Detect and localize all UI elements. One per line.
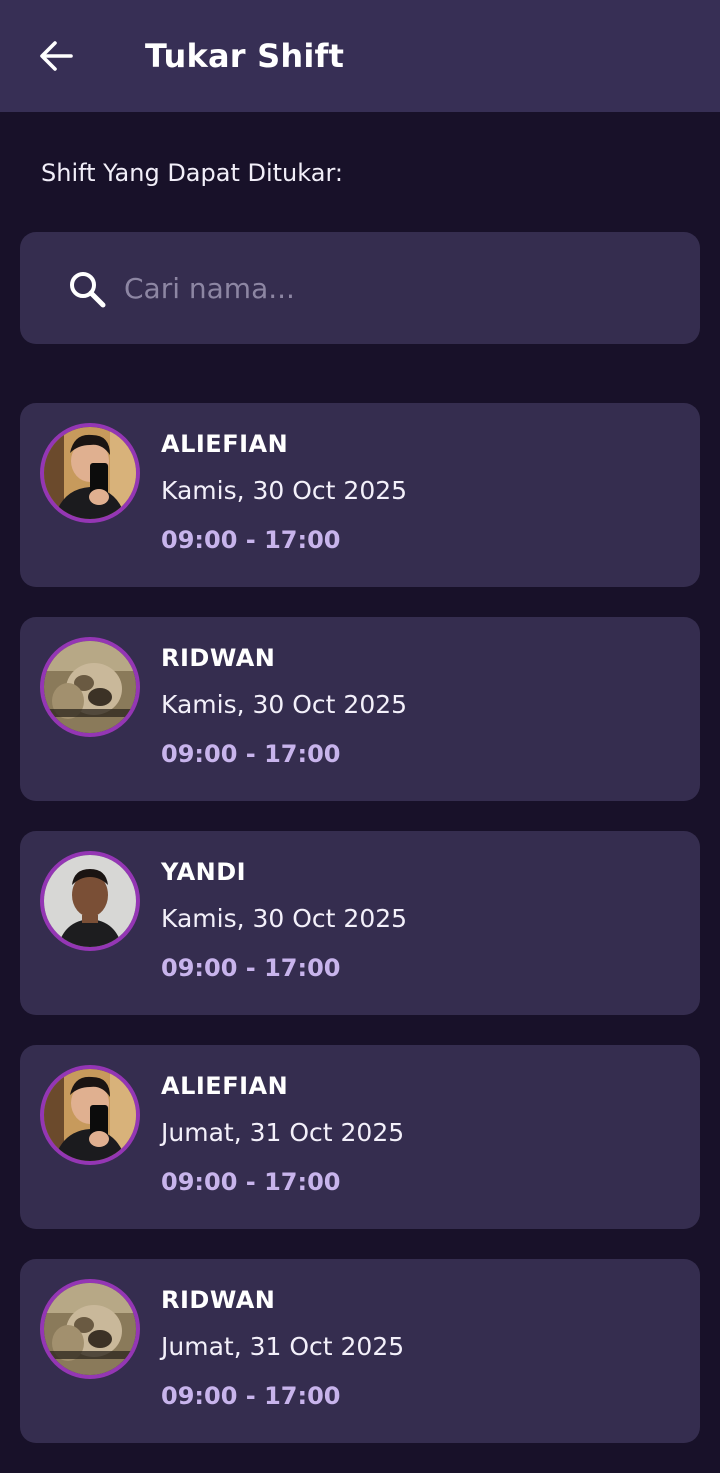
arrow-left-icon	[40, 41, 73, 71]
shift-date: Kamis, 30 Oct 2025	[161, 904, 408, 933]
page-title: Tukar Shift	[145, 37, 345, 75]
avatar-man-selfie	[40, 1065, 140, 1165]
shift-time: 09:00 - 17:00	[161, 1382, 341, 1410]
shift-card[interactable]: YANDI Kamis, 30 Oct 2025 09:00 - 17:00	[20, 831, 700, 1015]
shift-date: Jumat, 31 Oct 2025	[161, 1332, 405, 1361]
shift-date: Kamis, 30 Oct 2025	[161, 476, 408, 505]
employee-name: ALIEFIAN	[161, 430, 289, 458]
shift-card[interactable]: RIDWAN Jumat, 31 Oct 2025 09:00 - 17:00	[20, 1259, 700, 1443]
avatar-man-portrait	[40, 851, 140, 951]
section-label: Shift Yang Dapat Ditukar:	[41, 159, 343, 187]
shift-time: 09:00 - 17:00	[161, 954, 341, 982]
shift-card[interactable]: ALIEFIAN Kamis, 30 Oct 2025 09:00 - 17:0…	[20, 403, 700, 587]
shift-time: 09:00 - 17:00	[161, 740, 341, 768]
search-box[interactable]	[20, 232, 700, 344]
shift-time: 09:00 - 17:00	[161, 526, 341, 554]
employee-name: RIDWAN	[161, 1286, 276, 1314]
avatar-monkey	[40, 637, 140, 737]
app-bar: Tukar Shift	[0, 0, 720, 112]
employee-name: ALIEFIAN	[161, 1072, 289, 1100]
employee-name: RIDWAN	[161, 644, 276, 672]
search-icon	[70, 272, 106, 308]
avatar-man-selfie	[40, 423, 140, 523]
search-input[interactable]	[124, 260, 684, 316]
shift-card[interactable]: ALIEFIAN Jumat, 31 Oct 2025 09:00 - 17:0…	[20, 1045, 700, 1229]
employee-name: YANDI	[161, 858, 247, 886]
shift-card[interactable]: RIDWAN Kamis, 30 Oct 2025 09:00 - 17:00	[20, 617, 700, 801]
shift-list: ALIEFIAN Kamis, 30 Oct 2025 09:00 - 17:0…	[20, 403, 700, 1473]
back-button[interactable]	[28, 28, 84, 84]
shift-date: Jumat, 31 Oct 2025	[161, 1118, 405, 1147]
shift-date: Kamis, 30 Oct 2025	[161, 690, 408, 719]
avatar-monkey	[40, 1279, 140, 1379]
shift-time: 09:00 - 17:00	[161, 1168, 341, 1196]
